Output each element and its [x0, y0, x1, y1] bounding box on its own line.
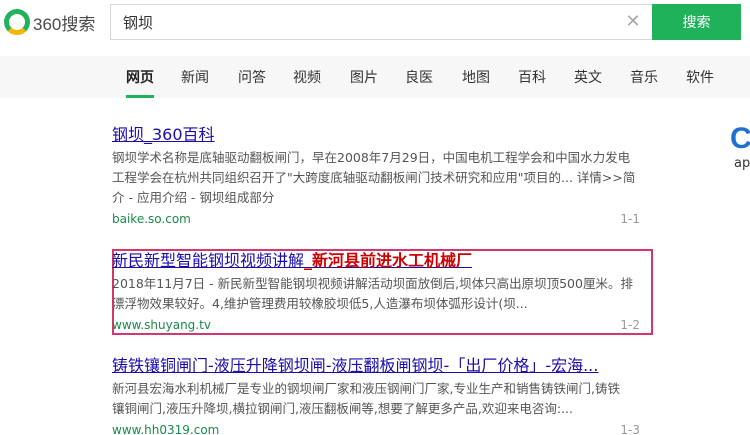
search-box: ✕ — [110, 4, 653, 40]
tab-software[interactable]: 软件 — [686, 56, 714, 98]
logo[interactable]: 360搜索 — [4, 8, 95, 36]
clear-icon[interactable]: ✕ — [623, 12, 643, 32]
search-result: 钢坝_360百科 钢坝学术名称是底轴驱动翻板闸门，早在2008年7月29日，中国… — [112, 124, 652, 228]
active-tab-indicator — [126, 95, 154, 98]
result-url[interactable]: www.hh0319.com 1-3 — [112, 421, 652, 435]
result-url-text: www.hh0319.com — [112, 423, 220, 435]
tab-music[interactable]: 音乐 — [630, 56, 658, 98]
tab-news[interactable]: 新闻 — [181, 56, 209, 98]
result-url-text: www.shuyang.tv — [112, 318, 211, 332]
result-url[interactable]: baike.so.com 1-1 — [112, 210, 652, 228]
search-result: 铸铁镶铜闸门-液压升降钢坝闸-液压翻板闸钢坝-「出厂价格」-宏海... 新河县宏… — [112, 355, 652, 435]
snippet-line: 漂浮物效果较好。4,维护管理费用较橡胶坝低5,人造瀑布坝体弧形设计(坝... — [112, 296, 528, 311]
search-button[interactable]: 搜索 — [652, 4, 741, 40]
header: 360搜索 ✕ 搜索 — [0, 0, 750, 56]
tab-images[interactable]: 图片 — [350, 56, 378, 98]
tab-baike[interactable]: 百科 — [518, 56, 546, 98]
side-card-text: ap — [734, 156, 750, 171]
search-input[interactable] — [123, 5, 603, 39]
snippet-line: 介 - 应用介绍 - 钢坝组成部分 — [112, 190, 275, 205]
result-url[interactable]: www.shuyang.tv 1-2 — [112, 316, 652, 334]
tab-video[interactable]: 视频 — [293, 56, 321, 98]
result-rank: 1-3 — [620, 423, 640, 435]
search-tabs: 网页 新闻 问答 视频 图片 良医 地图 百科 英文 音乐 软件 — [0, 56, 750, 98]
result-url-text: baike.so.com — [112, 212, 191, 226]
snippet-line: 2018年11月7日 - 新民新型智能钢坝视频讲解活动坝面放倒后,坝体只高出原坝… — [112, 276, 633, 291]
tab-web[interactable]: 网页 — [126, 56, 154, 98]
result-title-link[interactable]: 新民新型智能钢坝视频讲解_新河县前进水工机械厂 — [112, 250, 652, 272]
result-rank: 1-2 — [620, 318, 640, 332]
tab-label: 网页 — [126, 70, 154, 86]
tab-qa[interactable]: 问答 — [238, 56, 266, 98]
result-snippet: 新河县宏海水利机械厂是专业的钢坝闸厂家和液压钢闸门厂家,专业生产和销售铸铁闸门,… — [112, 379, 652, 419]
search-result: 新民新型智能钢坝视频讲解_新河县前进水工机械厂 2018年11月7日 - 新民新… — [112, 250, 652, 334]
result-title-link[interactable]: 钢坝_360百科 — [112, 124, 652, 146]
snippet-text: 工程学会在杭州共同组织召开了"大跨度底轴驱动翻板闸门技术研究和应用"项目的...… — [112, 170, 636, 185]
result-title-link[interactable]: 铸铁镶铜闸门-液压升降钢坝闸-液压翻板闸钢坝-「出厂价格」-宏海... — [112, 355, 652, 377]
snippet-line: 镶铜闸门,液压升降坝,横拉钢闸门,液压翻板闸等,想要了解更多产品,欢迎来电咨询:… — [112, 401, 574, 416]
snippet-line: 工程学会在杭州共同组织召开了"大跨度底轴驱动翻板闸门技术研究和应用"项目的...… — [112, 168, 652, 188]
result-title-part: 新民新型智能钢坝视频讲解 — [112, 251, 305, 270]
result-title-highlight: _新河县前进水工机械厂 — [304, 251, 473, 270]
snippet-line: 钢坝学术名称是底轴驱动翻板闸门，早在2008年7月29日，中国电机工程学会和中国… — [112, 150, 631, 165]
snippet-line: 新河县宏海水利机械厂是专业的钢坝闸厂家和液压钢闸门厂家,专业生产和销售铸铁闸门,… — [112, 381, 620, 396]
result-snippet: 2018年11月7日 - 新民新型智能钢坝视频讲解活动坝面放倒后,坝体只高出原坝… — [112, 274, 652, 314]
logo-text: 360搜索 — [33, 14, 96, 34]
tab-map[interactable]: 地图 — [462, 56, 490, 98]
tab-health[interactable]: 良医 — [405, 56, 433, 98]
logo-ring-icon — [4, 9, 30, 35]
result-snippet: 钢坝学术名称是底轴驱动翻板闸门，早在2008年7月29日，中国电机工程学会和中国… — [112, 148, 652, 208]
result-rank: 1-1 — [620, 212, 640, 226]
side-card-logo[interactable]: C — [730, 122, 750, 156]
tab-english[interactable]: 英文 — [574, 56, 602, 98]
